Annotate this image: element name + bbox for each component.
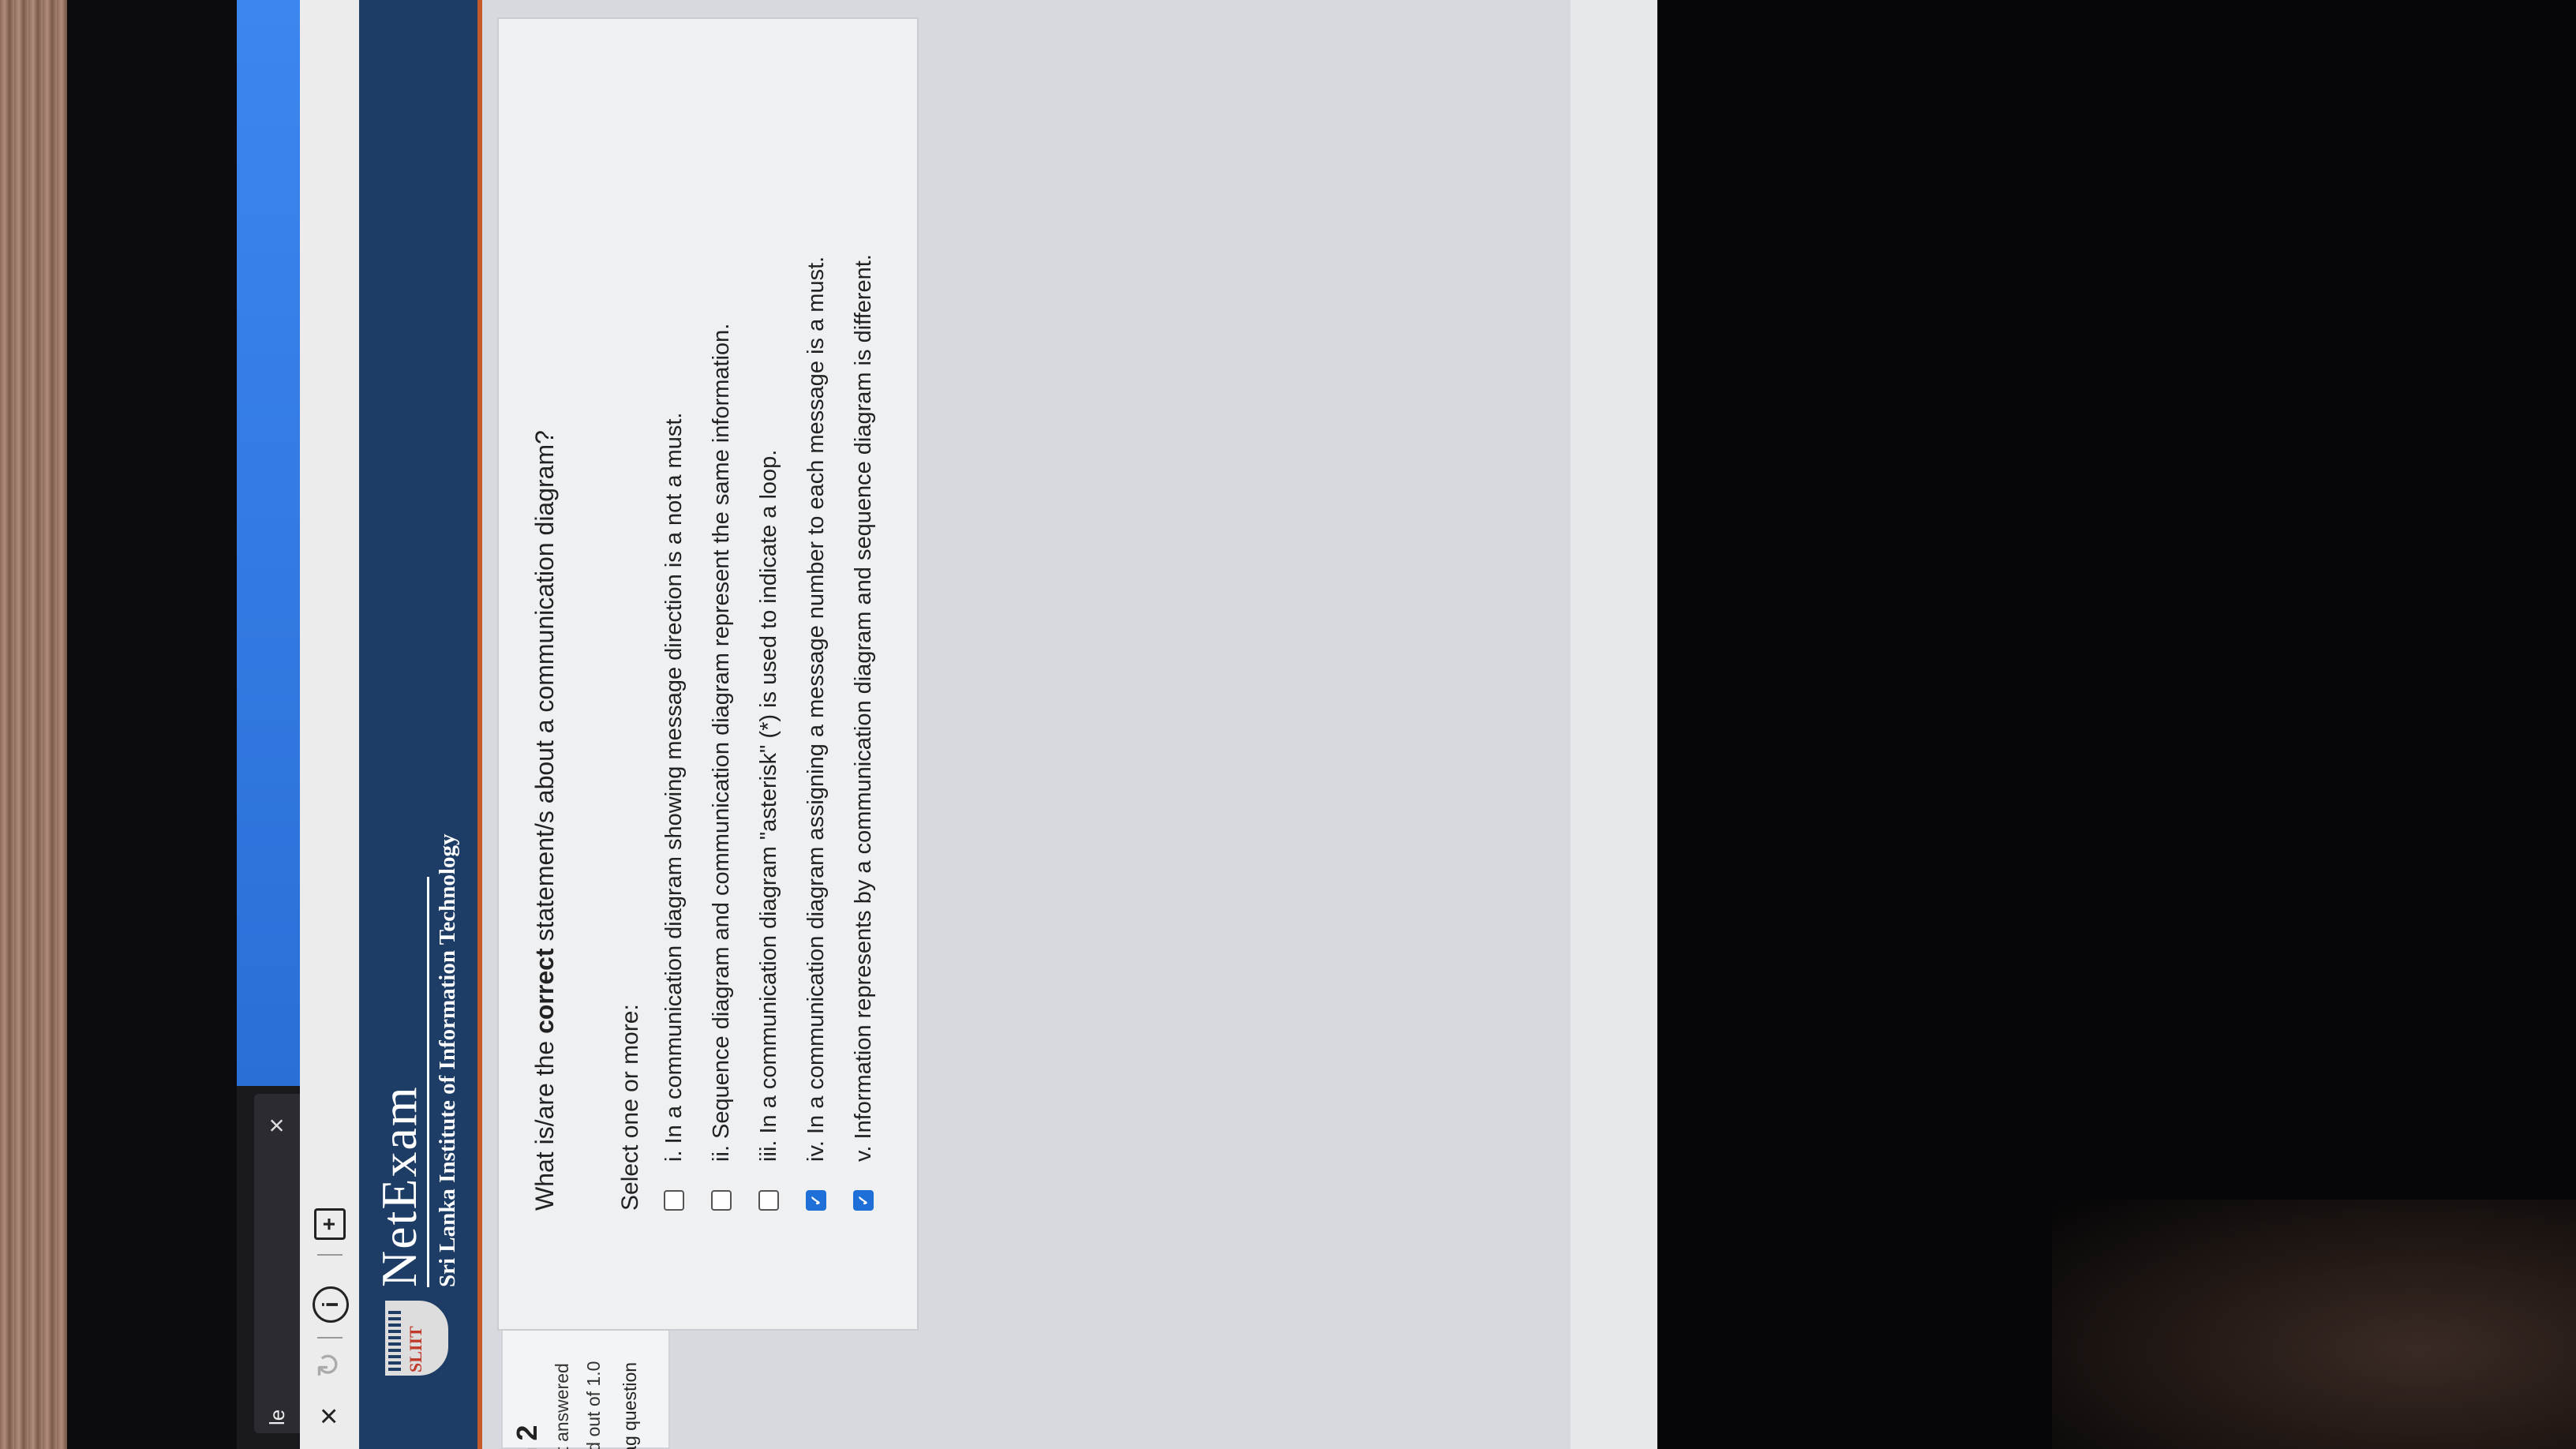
option-checkbox-checked[interactable]: ✓: [806, 1190, 827, 1211]
option-label: iv. In a communication diagram assigning…: [803, 256, 829, 1162]
site-info-icon[interactable]: i: [313, 1286, 349, 1323]
answer-option[interactable]: ✓ iv. In a communication diagram assigni…: [803, 256, 834, 1211]
toolbar-divider: [317, 1254, 343, 1256]
site-header: SLIIT NetExam Sri Lanka Institute of Inf…: [359, 0, 482, 1449]
question-number-value: 2: [511, 1425, 543, 1441]
logo-text: SLIIT: [406, 1326, 425, 1372]
question-card: What is/are the correct statement/s abou…: [497, 17, 919, 1331]
monitor-screen: le × × ↻ i + SLIIT NetExam Sri Lanka Ins…: [237, 0, 1657, 1449]
browser-navbar: × ↻ i +: [300, 0, 359, 1449]
logo-building-graphic: [388, 1308, 401, 1371]
option-label: v. Information represents by a communica…: [850, 254, 876, 1162]
reload-icon[interactable]: ↻: [308, 1351, 351, 1378]
answer-option[interactable]: ✓ v. Information represents by a communi…: [850, 254, 882, 1211]
answer-option[interactable]: iii. In a communication diagram "asteris…: [755, 450, 787, 1211]
tab-close-icon[interactable]: ×: [254, 1118, 300, 1133]
brand-divider: [427, 877, 429, 1287]
browser-tab[interactable]: le: [254, 1094, 300, 1433]
tab-strip-highlight: [237, 0, 300, 1086]
question-number: ion 2: [511, 1425, 544, 1449]
site-brand[interactable]: NetExam: [370, 1085, 429, 1287]
tab-title: le: [265, 1409, 289, 1425]
option-label: iii. In a communication diagram "asteris…: [755, 449, 781, 1162]
stop-icon[interactable]: ×: [308, 1407, 351, 1425]
toolbar-divider: [317, 1337, 343, 1339]
sliit-logo[interactable]: SLIIT: [383, 1298, 451, 1378]
page-footer-area: [1571, 0, 1657, 1449]
question-mark: ked out of 1.0: [583, 1361, 604, 1449]
option-checkbox[interactable]: [664, 1190, 685, 1211]
new-tab-icon[interactable]: +: [314, 1208, 346, 1240]
monitor-bezel-left: [67, 0, 237, 1449]
question-status: yet answered: [552, 1363, 572, 1449]
option-checkbox-checked[interactable]: ✓: [853, 1190, 874, 1211]
option-label: i. In a communication diagram showing me…: [661, 412, 687, 1162]
option-checkbox[interactable]: [758, 1190, 780, 1211]
option-label: ii. Sequence diagram and communication d…: [708, 323, 734, 1162]
foreground-shadow: [2052, 1200, 2576, 1449]
flag-question-link[interactable]: Flag question: [620, 1362, 641, 1449]
answer-option[interactable]: i. In a communication diagram showing me…: [661, 413, 692, 1211]
browser-tab-strip: le ×: [237, 0, 300, 1449]
option-checkbox[interactable]: [711, 1190, 732, 1211]
question-info-panel: ion 2 yet answered ked out of 1.0 Flag q…: [501, 1320, 670, 1449]
answer-option[interactable]: ii. Sequence diagram and communication d…: [708, 324, 739, 1211]
select-hint: Select one or more:: [617, 1004, 643, 1211]
site-subtitle: Sri Lanka Institute of Information Techn…: [435, 833, 460, 1287]
question-text: What is/are the correct statement/s abou…: [530, 430, 559, 1211]
